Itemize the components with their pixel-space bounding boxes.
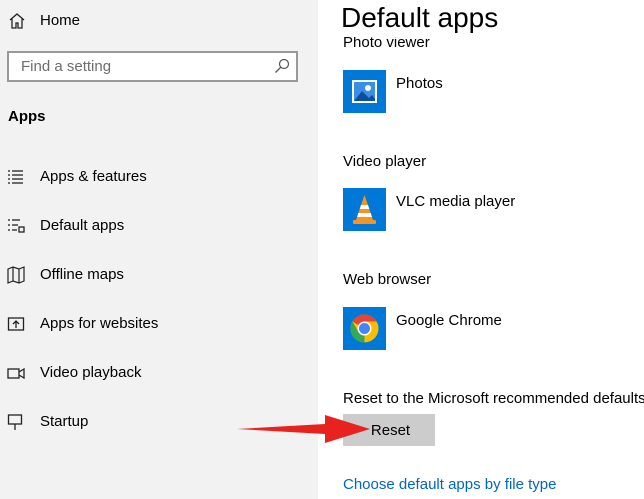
category-label-photo-viewer: Photo viewer bbox=[343, 37, 430, 49]
search-box[interactable] bbox=[7, 51, 298, 82]
map-icon bbox=[7, 266, 25, 284]
home-label: Home bbox=[40, 12, 81, 29]
home-nav-item[interactable]: Home bbox=[8, 8, 80, 34]
search-input[interactable] bbox=[9, 53, 269, 80]
sidebar-item-default-apps[interactable]: Default apps bbox=[0, 211, 318, 241]
app-selector-video-player[interactable]: VLC media player bbox=[343, 188, 603, 232]
app-selector-web-browser[interactable]: Google Chrome bbox=[343, 307, 603, 351]
app-name: Google Chrome bbox=[396, 312, 502, 329]
video-icon bbox=[7, 367, 25, 380]
app-name: Photos bbox=[396, 75, 443, 92]
app-name: VLC media player bbox=[396, 193, 516, 210]
search-icon[interactable] bbox=[274, 58, 290, 74]
sidebar-item-apps-features[interactable]: Apps & features bbox=[0, 162, 318, 192]
sidebar-item-apps-for-websites[interactable]: Apps for websites bbox=[0, 309, 318, 339]
chrome-icon bbox=[343, 307, 386, 350]
sidebar-item-label: Apps for websites bbox=[40, 315, 159, 332]
sidebar-item-label: Offline maps bbox=[40, 266, 124, 283]
photos-icon bbox=[343, 70, 386, 113]
sidebar-item-offline-maps[interactable]: Offline maps bbox=[0, 260, 318, 290]
open-in-app-icon bbox=[7, 317, 25, 331]
list-icon bbox=[8, 170, 23, 184]
startup-icon bbox=[7, 414, 23, 430]
page-title: Default apps bbox=[341, 2, 499, 33]
choose-by-file-type-link[interactable]: Choose default apps by file type bbox=[343, 476, 556, 493]
vlc-icon bbox=[343, 188, 386, 231]
red-arrow-annotation bbox=[237, 415, 370, 443]
category-label-video-player: Video player bbox=[343, 153, 427, 170]
sidebar-item-video-playback[interactable]: Video playback bbox=[0, 358, 318, 388]
section-title: Apps bbox=[8, 108, 46, 125]
sidebar-item-label: Default apps bbox=[40, 217, 125, 234]
category-label-web-browser: Web browser bbox=[343, 271, 432, 288]
reset-description: Reset to the Microsoft recommended defau… bbox=[343, 390, 644, 407]
app-selector-photo-viewer[interactable]: Photos bbox=[343, 70, 603, 114]
sidebar-item-label: Startup bbox=[40, 413, 89, 430]
sidebar-item-label: Video playback bbox=[40, 364, 142, 381]
sidebar-item-label: Apps & features bbox=[40, 168, 147, 185]
home-icon bbox=[9, 13, 25, 29]
default-apps-icon bbox=[8, 219, 25, 233]
